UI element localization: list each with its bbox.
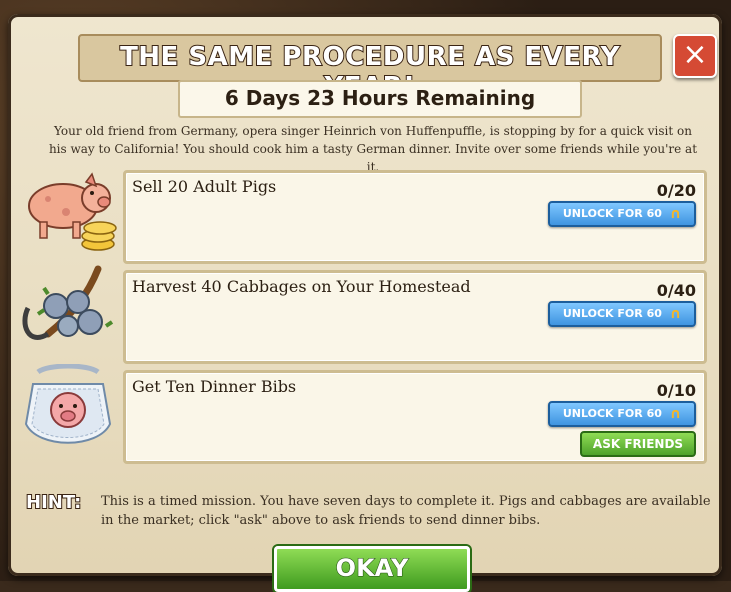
horseshoe-icon: ∩ (669, 406, 682, 422)
title-banner: THE SAME PROCEDURE AS EVERY YEAR! (78, 34, 662, 103)
cabbage-scythe-icon (18, 264, 118, 352)
close-icon: × (682, 37, 708, 72)
unlock-label: UNLOCK FOR 60 (562, 407, 662, 420)
close-button[interactable]: × (673, 34, 717, 78)
task-harvest-cabbages: Harvest 40 Cabbages on Your Homestead 0/… (123, 270, 707, 364)
task-progress: 0/20 (656, 181, 696, 200)
time-remaining: 6 Days 23 Hours Remaining (224, 86, 536, 110)
task-label: Get Ten Dinner Bibs (132, 377, 297, 396)
task-progress: 0/10 (656, 381, 696, 400)
unlock-label: UNLOCK FOR 60 (562, 307, 662, 320)
unlock-button[interactable]: UNLOCK FOR 60 ∩ (548, 301, 696, 327)
dinner-bib-icon (18, 363, 118, 452)
mission-dialog: THE SAME PROCEDURE AS EVERY YEAR! × 6 Da… (8, 14, 722, 592)
mission-intro: Your old friend from Germany, opera sing… (48, 124, 698, 174)
task-sell-pigs: Sell 20 Adult Pigs 0/20 UNLOCK FOR 60 ∩ (123, 170, 707, 264)
unlock-label: UNLOCK FOR 60 (562, 207, 662, 220)
task-label: Harvest 40 Cabbages on Your Homestead (132, 277, 471, 296)
hint-text: This is a timed mission. You have seven … (101, 494, 711, 528)
task-dinner-bibs: Get Ten Dinner Bibs 0/10 UNLOCK FOR 60 ∩… (123, 370, 707, 464)
timer-box: 6 Days 23 Hours Remaining (178, 80, 582, 118)
task-label: Sell 20 Adult Pigs (132, 177, 277, 196)
horseshoe-icon: ∩ (669, 206, 682, 222)
ask-friends-button[interactable]: ASK FRIENDS (580, 431, 696, 457)
task-progress: 0/40 (656, 281, 696, 300)
horseshoe-icon: ∩ (669, 306, 682, 322)
pig-with-coins-icon (18, 164, 118, 252)
hint-label: HINT: (25, 491, 82, 514)
unlock-button[interactable]: UNLOCK FOR 60 ∩ (548, 201, 696, 227)
okay-button[interactable]: OKAY (274, 546, 470, 592)
unlock-button[interactable]: UNLOCK FOR 60 ∩ (548, 401, 696, 427)
